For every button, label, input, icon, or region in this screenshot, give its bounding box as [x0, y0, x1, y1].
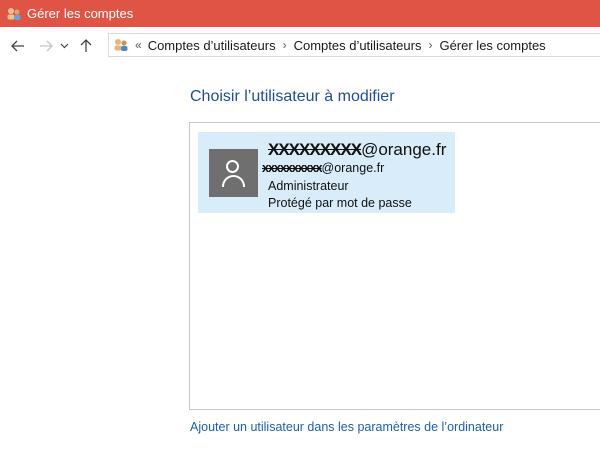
- arrow-left-icon: [11, 40, 24, 52]
- breadcrumb-item[interactable]: Comptes d’utilisateurs: [294, 38, 422, 53]
- user-accounts-icon: [6, 6, 22, 22]
- forward-button[interactable]: [35, 35, 57, 57]
- add-user-link[interactable]: Ajouter un utilisateur dans les paramètr…: [190, 420, 503, 434]
- breadcrumb-item[interactable]: Gérer les comptes: [439, 38, 545, 53]
- arrow-right-icon: [40, 40, 53, 52]
- breadcrumb-separator[interactable]: ›: [283, 38, 287, 52]
- breadcrumb-item[interactable]: Comptes d’utilisateurs: [148, 38, 276, 53]
- recent-locations-button[interactable]: [57, 35, 71, 57]
- avatar: [209, 149, 258, 197]
- arrow-up-icon: [80, 39, 92, 52]
- email-domain: @orange.fr: [321, 161, 385, 175]
- redacted-text: xxxxxxxxxx: [262, 161, 323, 175]
- breadcrumb-overflow[interactable]: «: [135, 38, 142, 52]
- account-status: Protégé par mot de passe: [268, 196, 412, 210]
- breadcrumb-separator[interactable]: ›: [428, 38, 432, 52]
- user-account-tile[interactable]: XXXXXXXXX@orange.fr xxxxxxxxxx@orange.fr…: [198, 132, 455, 213]
- address-bar[interactable]: « Comptes d’utilisateurs › Comptes d’uti…: [108, 33, 600, 57]
- chevron-down-icon: [60, 43, 68, 49]
- window-title: Gérer les comptes: [27, 6, 134, 21]
- account-email-secondary: xxxxxxxxxx@orange.fr: [262, 161, 446, 179]
- back-button[interactable]: [7, 35, 29, 57]
- email-domain: @orange.fr: [361, 140, 447, 159]
- account-role: Administrateur: [268, 179, 349, 193]
- title-bar: Gérer les comptes: [0, 0, 600, 27]
- user-accounts-icon: [113, 37, 129, 53]
- up-button[interactable]: [75, 35, 97, 57]
- navigation-bar: « Comptes d’utilisateurs › Comptes d’uti…: [0, 32, 600, 60]
- page-title: Choisir l’utilisateur à modifier: [190, 88, 395, 105]
- account-email: XXXXXXXXX@orange.fr: [268, 140, 446, 161]
- redacted-text: XXXXXXXXX: [268, 140, 362, 159]
